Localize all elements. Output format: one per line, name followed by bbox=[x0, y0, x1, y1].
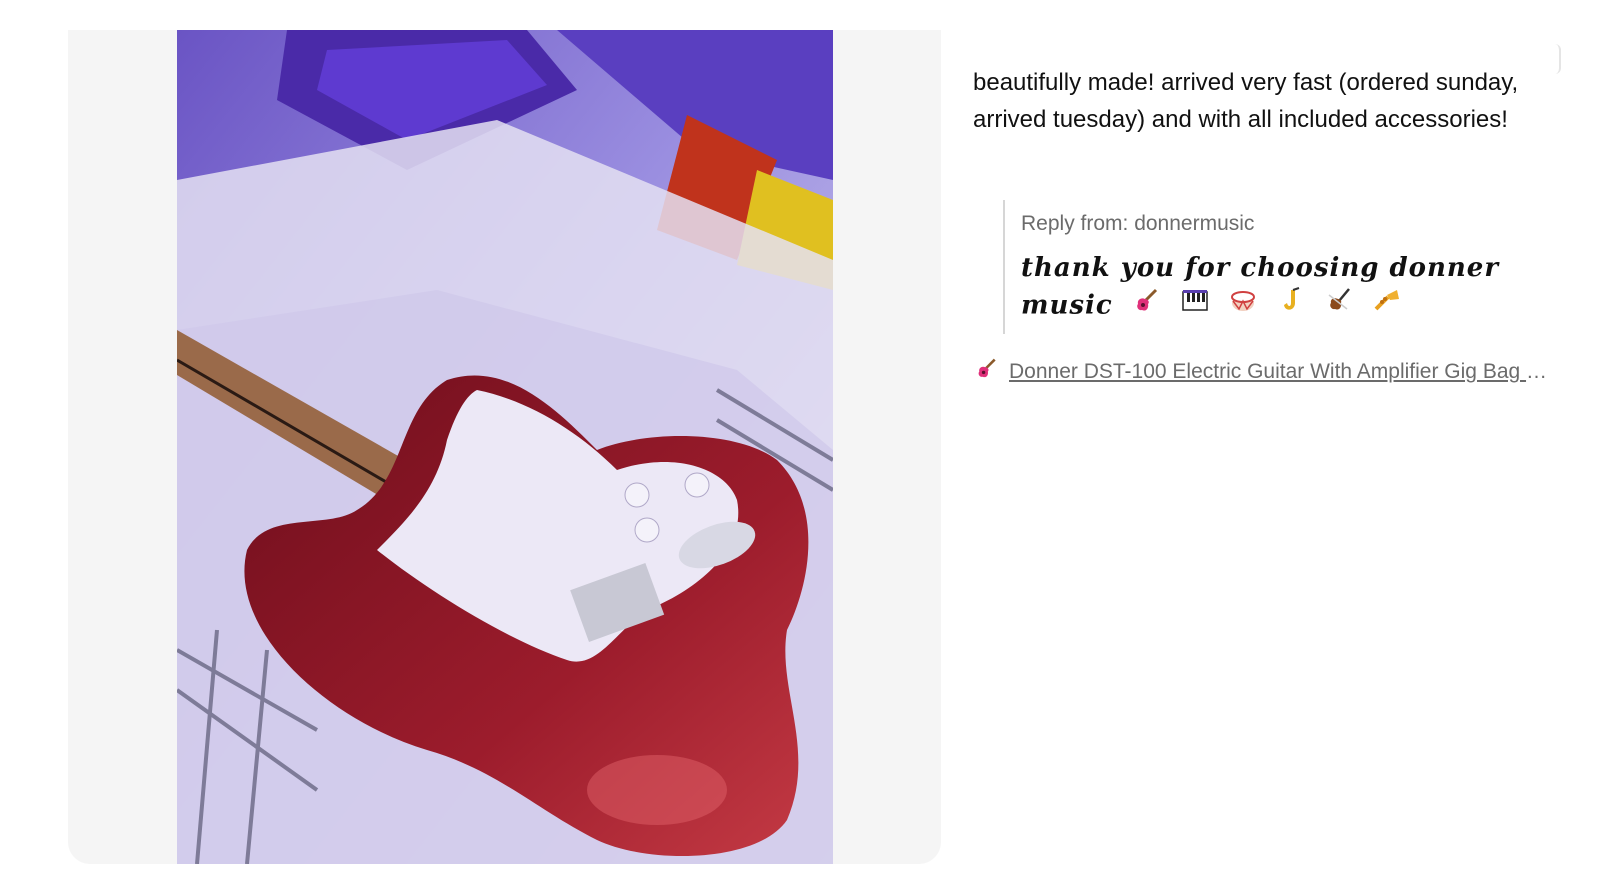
review-photo[interactable] bbox=[177, 30, 833, 864]
guitar-icon bbox=[1133, 287, 1161, 326]
review-text: beautifully made! arrived very fast (ord… bbox=[973, 69, 1519, 133]
violin-icon bbox=[1325, 287, 1353, 326]
scrollbar-edge[interactable] bbox=[1555, 44, 1561, 74]
saxophone-icon bbox=[1277, 287, 1305, 326]
guitar-photo-image bbox=[177, 30, 833, 864]
piano-keys-icon bbox=[1181, 287, 1209, 326]
reply-message-text: thank you for choosing donner music bbox=[1021, 253, 1500, 321]
product-link[interactable]: Donner DST-100 Electric Guitar With Ampl… bbox=[975, 357, 1550, 387]
reply-message: thank you for choosing donner music bbox=[1021, 250, 1563, 326]
guitar-icon bbox=[975, 357, 999, 387]
reply-from-label: Reply from: donnermusic bbox=[1021, 212, 1255, 235]
trumpet-icon bbox=[1373, 287, 1401, 326]
review-photo-panel bbox=[68, 30, 941, 864]
drum-icon bbox=[1229, 287, 1257, 326]
product-link-text[interactable]: Donner DST-100 Electric Guitar With Ampl… bbox=[1009, 360, 1550, 383]
seller-reply: Reply from: donnermusic thank you for ch… bbox=[1003, 200, 1563, 334]
